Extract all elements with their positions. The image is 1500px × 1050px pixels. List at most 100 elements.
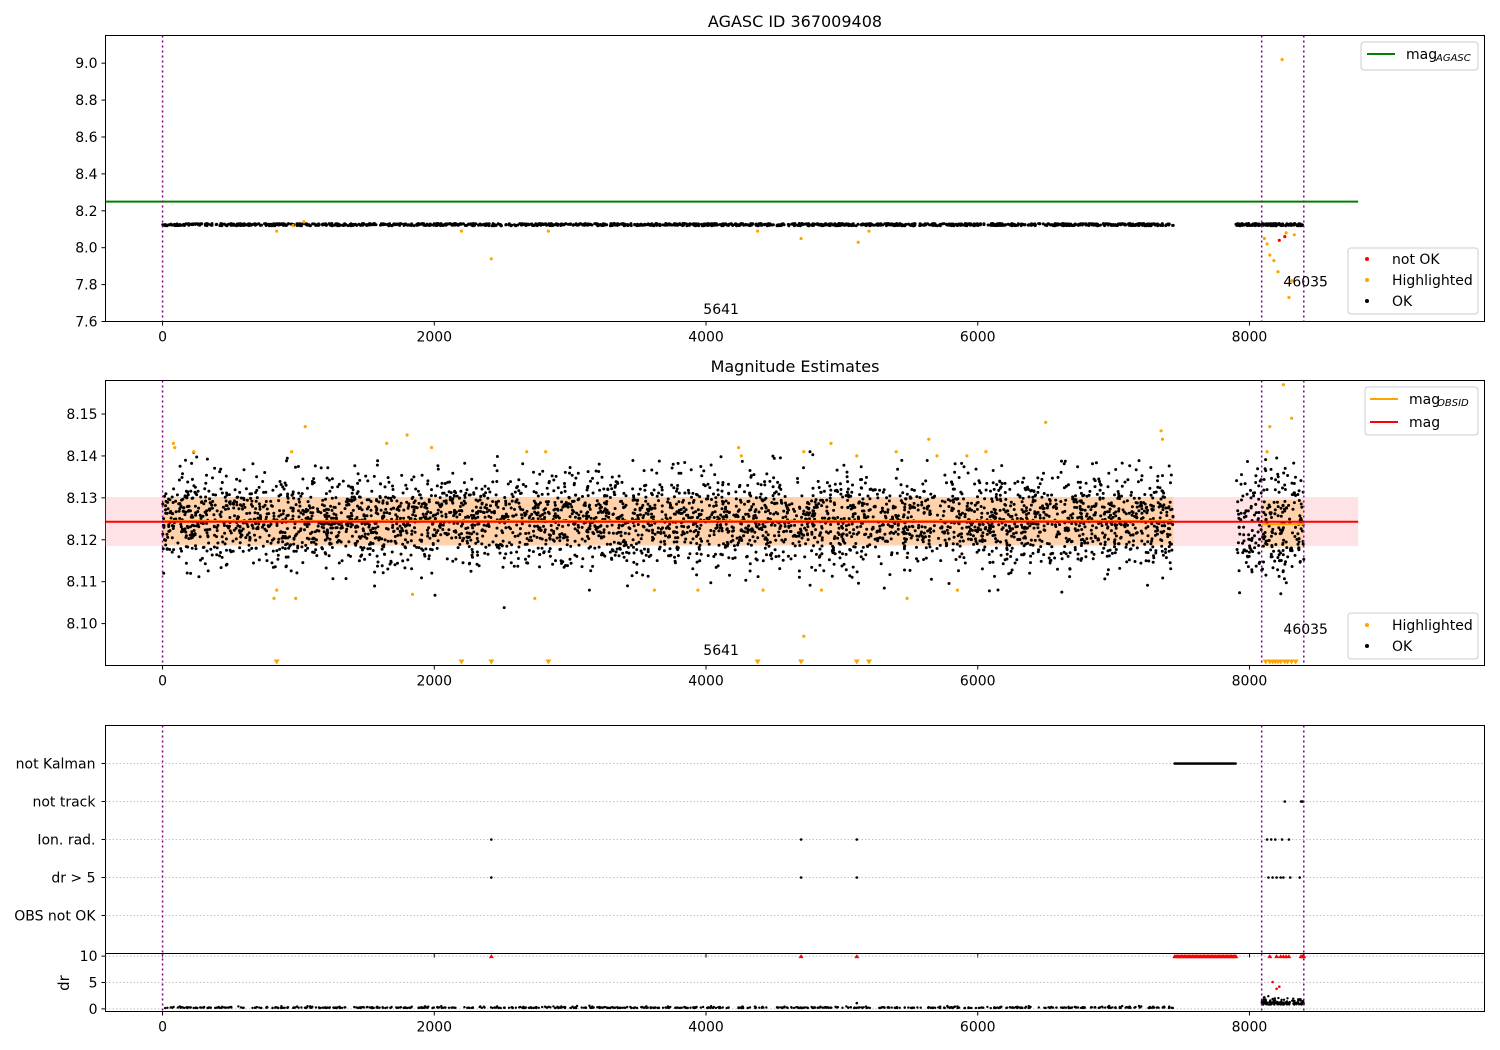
ok-point (903, 568, 906, 572)
ok-point (753, 539, 757, 543)
ok-point (714, 504, 718, 507)
ok-point (429, 511, 433, 515)
x-tick-label: 2000 (416, 674, 452, 690)
ok-point (1044, 513, 1048, 517)
ok-point (605, 508, 609, 512)
ok-point (418, 493, 422, 497)
ok-point (607, 531, 611, 535)
ok-point (184, 545, 188, 549)
ok-point (322, 504, 326, 508)
x-tick-label: 8000 (1232, 330, 1268, 346)
ok-point (677, 491, 681, 495)
ok-point (452, 514, 456, 518)
ok-point (369, 508, 373, 512)
y-tick-label: 8.11 (66, 575, 97, 591)
highlighted-point (1280, 57, 1284, 62)
ok-point (1064, 498, 1068, 502)
ok-point (632, 551, 636, 555)
ok-point (771, 454, 775, 458)
ok-point (437, 223, 441, 227)
ok-point (297, 491, 301, 495)
ok-point (435, 546, 439, 550)
ok-point (286, 494, 289, 498)
ok-point (542, 551, 546, 555)
ok-point (1078, 504, 1082, 508)
ok-point (441, 528, 445, 531)
ok-point (765, 553, 768, 557)
ok-point (310, 479, 314, 483)
ok-point (1092, 477, 1096, 481)
ok-point (501, 531, 505, 535)
ok-point (789, 530, 793, 533)
ok-point (544, 500, 548, 504)
ok-point (389, 496, 393, 500)
ok-point (460, 509, 464, 513)
ok-point (1042, 492, 1046, 495)
ok-point (450, 499, 454, 503)
ok-point (383, 485, 387, 489)
ok-point (1245, 223, 1249, 227)
ok-point (631, 487, 635, 491)
ok-point (648, 505, 652, 508)
ok-point (430, 548, 434, 552)
ok-point (309, 495, 313, 499)
ok-point (360, 508, 364, 512)
ok-point (863, 481, 867, 485)
ok-point (1084, 555, 1088, 559)
ok-point (698, 495, 702, 499)
ok-point (301, 561, 305, 565)
ok-point (985, 481, 989, 485)
highlighted-point (799, 236, 803, 241)
ok-point (350, 534, 354, 538)
ok-point (771, 485, 775, 489)
ok-point (513, 490, 517, 494)
ok-point (1149, 493, 1153, 497)
ok-point (414, 487, 418, 491)
ok-point (271, 488, 275, 492)
ok-point (436, 508, 440, 512)
ok-point (670, 483, 674, 487)
ok-point (634, 529, 638, 533)
ok-point (175, 222, 179, 226)
ok-point (611, 223, 614, 227)
ok-point (907, 525, 911, 529)
ok-point (896, 467, 900, 471)
y-tick-label: 8.2 (75, 204, 97, 220)
ok-point (553, 501, 557, 504)
ok-point (403, 538, 407, 542)
ok-point (264, 515, 268, 519)
ok-point (385, 527, 388, 530)
ok-point (955, 542, 959, 546)
ok-point (1012, 502, 1016, 506)
ok-point (460, 532, 463, 536)
ok-point (238, 479, 242, 483)
ok-point (800, 222, 804, 226)
ok-point (381, 571, 385, 575)
ok-point (624, 223, 628, 227)
ok-point (1013, 224, 1017, 228)
ok-point (588, 524, 592, 528)
ok-point (312, 477, 316, 481)
ok-point (568, 471, 571, 475)
ok-point (778, 456, 782, 460)
ok-point (905, 484, 909, 488)
ok-point (223, 542, 227, 546)
ok-point (1082, 493, 1086, 497)
ok-point (1161, 508, 1165, 512)
ok-point (1074, 494, 1077, 498)
ok-point (1103, 543, 1107, 547)
ok-point (247, 543, 251, 547)
ok-point (1114, 534, 1118, 538)
ok-point (278, 480, 282, 483)
ok-point (734, 497, 738, 501)
ok-point (269, 541, 273, 545)
ok-point (920, 525, 924, 529)
ok-point (976, 500, 980, 504)
ok-point (980, 567, 984, 571)
ok-point (743, 502, 746, 506)
ok-point (652, 223, 656, 227)
ok-point (655, 494, 659, 498)
ok-point (706, 482, 710, 486)
ok-point (507, 525, 511, 529)
ok-point (1129, 493, 1133, 497)
